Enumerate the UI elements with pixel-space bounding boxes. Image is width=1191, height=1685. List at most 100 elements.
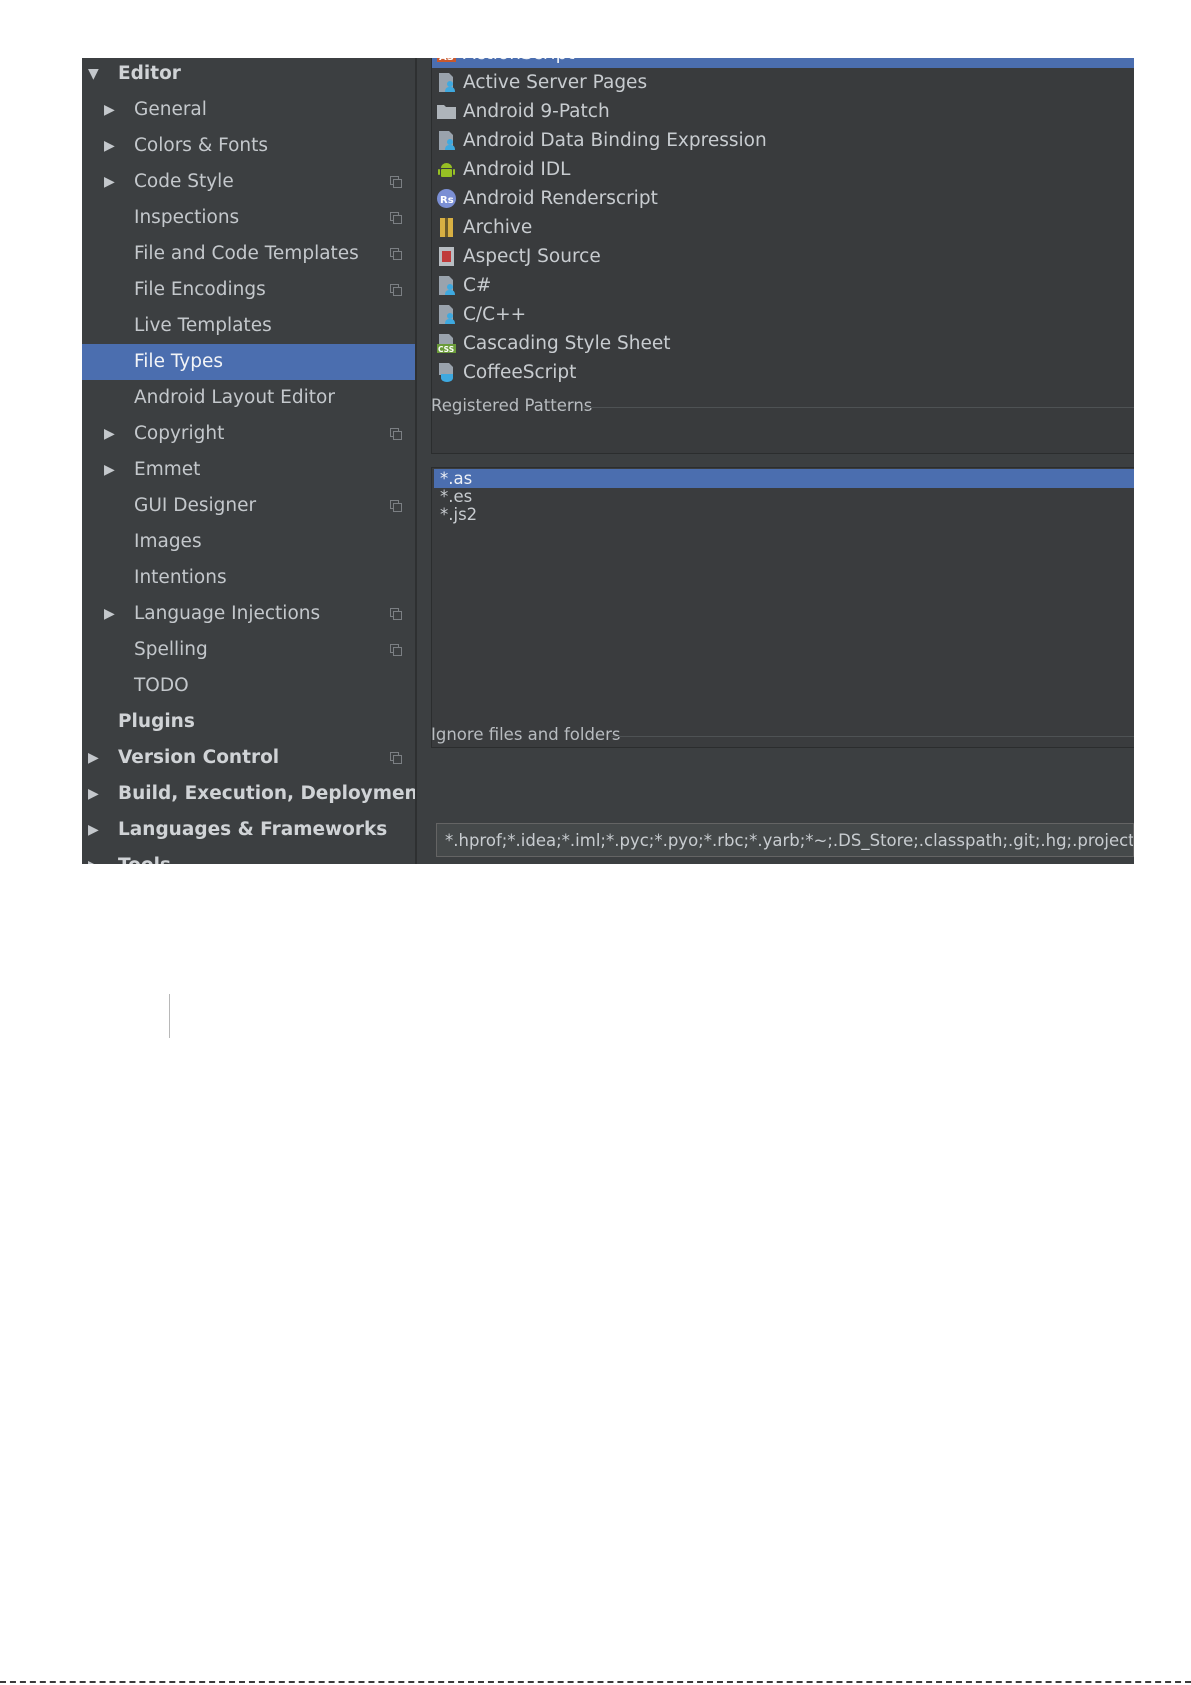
file-type-row-android-data-binding-expression[interactable]: Android Data Binding Expression <box>432 126 1134 155</box>
project-scope-icon <box>390 212 402 224</box>
tree-item-android-layout-editor[interactable]: Android Layout Editor <box>82 380 415 416</box>
file-types-panel: AS ActionScript Active Server Pages Android… <box>417 58 1134 864</box>
tree-item-editor[interactable]: ▼ Editor <box>82 58 415 92</box>
tree-item-label: File Types <box>134 351 223 372</box>
registered-patterns-list[interactable]: *.as *.es *.js2 <box>431 467 1134 748</box>
tree-item-spelling[interactable]: Spelling <box>82 632 415 668</box>
tree-item-label: Copyright <box>134 423 225 444</box>
actionscript-icon: AS <box>436 58 457 64</box>
pattern-label: *.js2 <box>440 505 478 524</box>
file-type-row-actionscript[interactable]: AS ActionScript <box>432 58 1134 68</box>
renderscript-icon: Rs <box>436 188 457 209</box>
ignore-files-title: Ignore files and folders <box>431 725 621 744</box>
file-type-row-cascading-style-sheet[interactable]: CSS Cascading Style Sheet <box>432 329 1134 358</box>
file-type-label: C/C++ <box>463 304 527 325</box>
tree-item-label: File and Code Templates <box>134 243 359 264</box>
tree-item-file-types[interactable]: File Types <box>82 344 415 380</box>
file-type-row-android-renderscript[interactable]: Rs Android Renderscript <box>432 184 1134 213</box>
file-type-row-android-9-patch[interactable]: Android 9-Patch <box>432 97 1134 126</box>
tree-item-live-templates[interactable]: Live Templates <box>82 308 415 344</box>
tree-item-label: Code Style <box>134 171 234 192</box>
recognized-file-types-list[interactable]: AS ActionScript Active Server Pages Android… <box>431 58 1134 454</box>
tree-item-label: Spelling <box>134 639 208 660</box>
csharp-file-icon <box>436 275 457 296</box>
tree-item-languages-frameworks[interactable]: ▶ Languages & Frameworks <box>82 812 415 848</box>
tree-item-intentions[interactable]: Intentions <box>82 560 415 596</box>
ignore-files-input[interactable]: *.hprof;*.idea;*.iml;*.pyc;*.pyo;*.rbc;*… <box>436 823 1134 857</box>
collapsed-arrow-icon[interactable]: ▶ <box>104 92 115 128</box>
collapsed-arrow-icon[interactable]: ▶ <box>104 128 115 164</box>
file-type-row-aspectj-source[interactable]: AspectJ Source <box>432 242 1134 271</box>
project-scope-icon <box>390 248 402 260</box>
tree-item-file-and-code-templates[interactable]: File and Code Templates <box>82 236 415 272</box>
pattern-label: *.es <box>440 487 473 506</box>
tree-item-language-injections[interactable]: ▶ Language Injections <box>82 596 415 632</box>
tree-item-copyright[interactable]: ▶ Copyright <box>82 416 415 452</box>
collapsed-arrow-icon[interactable]: ▶ <box>88 848 99 864</box>
pattern-label: *.as <box>440 469 473 488</box>
project-scope-icon <box>390 284 402 296</box>
project-scope-icon <box>390 428 402 440</box>
collapsed-arrow-icon[interactable]: ▶ <box>88 740 99 776</box>
tree-item-label: Images <box>134 531 202 552</box>
tree-item-label: Colors & Fonts <box>134 135 269 156</box>
registered-patterns-title: Registered Patterns <box>431 396 593 415</box>
file-type-row-android-idl[interactable]: Android IDL <box>432 155 1134 184</box>
expanded-arrow-icon[interactable]: ▼ <box>88 58 99 92</box>
collapsed-arrow-icon[interactable]: ▶ <box>104 164 115 200</box>
cpp-file-icon <box>436 304 457 325</box>
pattern-row-js2[interactable]: *.js2 <box>434 505 1134 524</box>
tree-item-gui-designer[interactable]: GUI Designer <box>82 488 415 524</box>
collapsed-arrow-icon[interactable]: ▶ <box>88 812 99 848</box>
tree-item-label: Editor <box>118 63 181 84</box>
file-type-row-coffeescript[interactable]: CoffeeScript <box>432 358 1134 387</box>
collapsed-arrow-icon[interactable]: ▶ <box>88 776 99 812</box>
settings-tree[interactable]: ▼ Editor ▶ General ▶ Colors & Fonts ▶ Code Styl… <box>82 58 417 864</box>
tree-item-plugins[interactable]: Plugins <box>82 704 415 740</box>
file-type-label: Android Renderscript <box>463 188 658 209</box>
file-type-row-c[interactable]: C# <box>432 271 1134 300</box>
android-icon <box>436 159 457 180</box>
collapsed-arrow-icon[interactable]: ▶ <box>104 452 115 488</box>
settings-window: ▼ Editor ▶ General ▶ Colors & Fonts ▶ Code Styl… <box>82 58 1134 864</box>
tree-item-inspections[interactable]: Inspections <box>82 200 415 236</box>
collapsed-arrow-icon[interactable]: ▶ <box>104 596 115 632</box>
pattern-row-es[interactable]: *.es <box>434 487 1134 506</box>
file-type-label: C# <box>463 275 492 296</box>
tree-item-label: Build, Execution, Deployment <box>118 783 417 804</box>
project-scope-icon <box>390 752 402 764</box>
coffeescript-icon <box>436 362 457 383</box>
tree-item-label: Version Control <box>118 747 280 768</box>
tree-item-code-style[interactable]: ▶ Code Style <box>82 164 415 200</box>
registered-patterns-divider <box>583 407 1134 408</box>
file-type-row-active-server-pages[interactable]: Active Server Pages <box>432 68 1134 97</box>
project-scope-icon <box>390 176 402 188</box>
file-type-label: Archive <box>463 217 533 238</box>
tree-item-label: Live Templates <box>134 315 272 336</box>
tree-item-images[interactable]: Images <box>82 524 415 560</box>
svg-text:AS: AS <box>439 58 454 63</box>
svg-text:Rs: Rs <box>440 195 454 206</box>
file-type-row-c-c[interactable]: C/C++ <box>432 300 1134 329</box>
tree-item-emmet[interactable]: ▶ Emmet <box>82 452 415 488</box>
file-type-label: Android Data Binding Expression <box>463 130 767 151</box>
tree-item-label: Inspections <box>134 207 240 228</box>
tree-item-build-execution-deployment[interactable]: ▶ Build, Execution, Deployment <box>82 776 415 812</box>
pattern-row-as[interactable]: *.as <box>434 469 1134 488</box>
file-type-row-archive[interactable]: Archive <box>432 213 1134 242</box>
tree-item-todo[interactable]: TODO <box>82 668 415 704</box>
collapsed-arrow-icon[interactable]: ▶ <box>104 416 115 452</box>
folder-icon <box>436 101 457 122</box>
tree-item-label: Plugins <box>118 711 195 732</box>
tree-item-file-encodings[interactable]: File Encodings <box>82 272 415 308</box>
tree-item-label: General <box>134 99 207 120</box>
tree-item-version-control[interactable]: ▶ Version Control <box>82 740 415 776</box>
tree-item-label: Tools <box>118 848 171 864</box>
file-type-label: CoffeeScript <box>463 362 577 383</box>
tree-item-label: Languages & Frameworks <box>118 819 388 840</box>
file-type-label: Active Server Pages <box>463 72 648 93</box>
tree-item-general[interactable]: ▶ General <box>82 92 415 128</box>
tree-item-colors-fonts[interactable]: ▶ Colors & Fonts <box>82 128 415 164</box>
tree-item-label: Intentions <box>134 567 227 588</box>
tree-item-tools[interactable]: ▶ Tools <box>82 848 415 864</box>
